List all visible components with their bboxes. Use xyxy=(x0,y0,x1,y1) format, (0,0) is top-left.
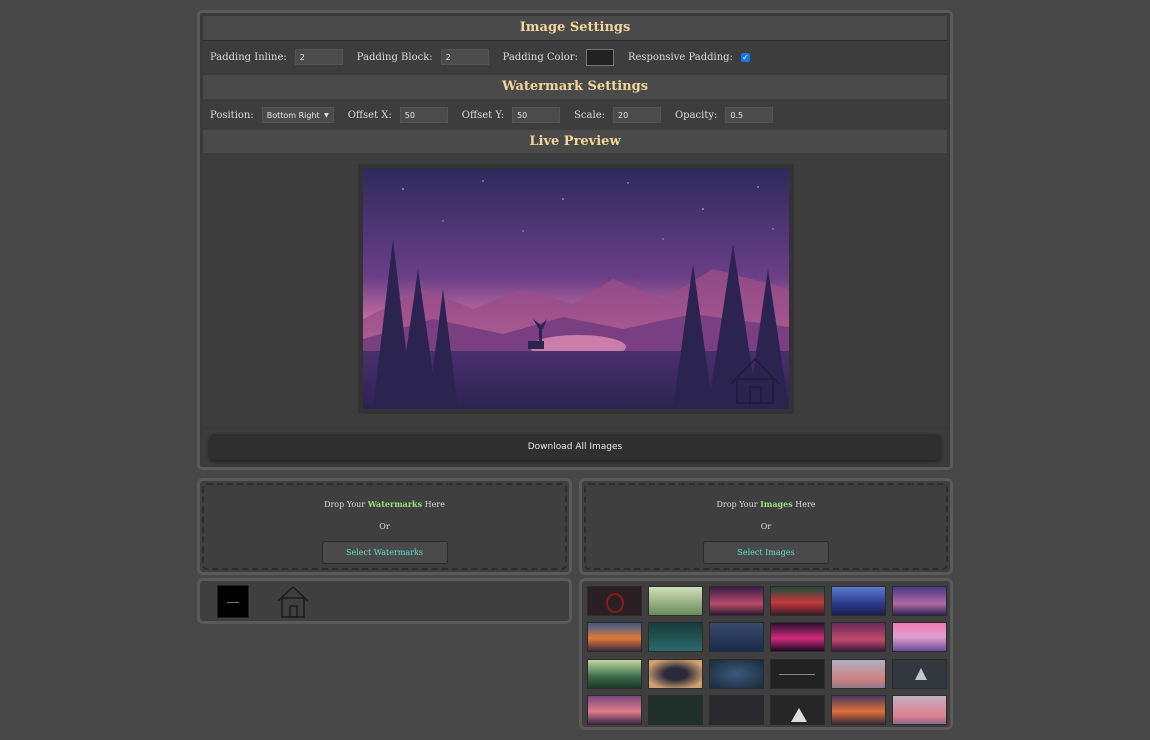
chevron-down-icon: ▼ xyxy=(324,111,329,119)
responsive-padding-checkbox[interactable]: ✓ xyxy=(740,52,750,62)
image-thumb[interactable] xyxy=(892,622,947,652)
preview-image xyxy=(363,169,789,409)
image-thumb[interactable] xyxy=(709,622,764,652)
watermark-list xyxy=(197,578,572,624)
dropzone-title-suffix: Here xyxy=(424,500,445,509)
image-grid xyxy=(579,578,953,730)
image-thumb[interactable] xyxy=(831,622,886,652)
offset-y-input[interactable] xyxy=(512,107,561,123)
opacity-input[interactable] xyxy=(725,107,774,123)
watermark-settings-title: Watermark Settings xyxy=(203,75,947,100)
scale-field: Scale: xyxy=(574,107,661,123)
padding-block-field: Padding Block: xyxy=(357,49,489,65)
settings-panel: Image Settings Padding Inline: Padding B… xyxy=(197,10,953,470)
image-thumb[interactable] xyxy=(770,695,825,725)
watermark-item-dark[interactable] xyxy=(217,585,249,618)
offset-x-label: Offset X: xyxy=(347,109,392,121)
padding-block-input[interactable] xyxy=(440,49,489,65)
image-thumb[interactable] xyxy=(648,586,703,616)
image-thumb[interactable] xyxy=(587,659,642,689)
dropzone-title-highlight: Images xyxy=(760,499,793,509)
preview-image-frame xyxy=(358,164,794,414)
select-watermarks-button[interactable]: Select Watermarks xyxy=(321,541,448,564)
watermark-item-house[interactable] xyxy=(276,585,310,618)
opacity-field: Opacity: xyxy=(674,107,774,123)
image-thumb[interactable] xyxy=(831,659,886,689)
image-dropzone[interactable]: Drop Your Images Here Or Select Images xyxy=(584,483,948,570)
offset-y-field: Offset Y: xyxy=(461,107,561,123)
padding-color-label: Padding Color: xyxy=(502,51,578,63)
image-thumb[interactable] xyxy=(587,695,642,725)
image-thumb[interactable] xyxy=(587,622,642,652)
watermark-dropzone-title: Drop Your Watermarks Here xyxy=(204,499,565,509)
image-thumb[interactable] xyxy=(587,586,642,616)
watermark-settings-row: Position: Bottom Right ▼ Offset X: Offse… xyxy=(203,99,947,131)
position-select-value: Bottom Right xyxy=(266,110,320,120)
house-icon xyxy=(277,585,309,618)
offset-y-label: Offset Y: xyxy=(461,109,505,121)
image-thumb[interactable] xyxy=(648,659,703,689)
image-thumb[interactable] xyxy=(892,695,947,725)
select-images-button[interactable]: Select Images xyxy=(703,541,829,564)
image-thumb[interactable] xyxy=(709,659,764,689)
responsive-padding-label: Responsive Padding: xyxy=(627,51,733,63)
dropzone-title-highlight: Watermarks xyxy=(367,499,423,509)
position-label: Position: xyxy=(210,109,254,121)
image-settings-title: Image Settings xyxy=(203,16,947,41)
watermark-dropzone[interactable]: Drop Your Watermarks Here Or Select Wate… xyxy=(202,483,567,570)
live-preview-area xyxy=(203,153,947,426)
image-thumb[interactable] xyxy=(648,622,703,652)
image-thumb[interactable] xyxy=(831,586,886,616)
download-bar: Download All Images xyxy=(203,430,947,465)
padding-color-field: Padding Color: xyxy=(502,48,614,66)
live-preview-title: Live Preview xyxy=(203,130,947,155)
image-thumb[interactable] xyxy=(770,586,825,616)
image-thumb[interactable] xyxy=(709,695,764,725)
dropzone-title-prefix: Drop Your xyxy=(716,500,758,509)
offset-x-input[interactable] xyxy=(399,107,448,123)
image-dropzone-title: Drop Your Images Here xyxy=(586,499,946,509)
image-dropzone-panel: Drop Your Images Here Or Select Images xyxy=(579,478,953,575)
opacity-label: Opacity: xyxy=(674,109,718,121)
image-dropzone-or: Or xyxy=(760,522,772,531)
watermark-dropzone-panel: Drop Your Watermarks Here Or Select Wate… xyxy=(197,478,572,575)
dropzone-title-suffix: Here xyxy=(795,500,816,509)
padding-color-picker[interactable] xyxy=(585,48,614,66)
image-settings-row: Padding Inline: Padding Block: Padding C… xyxy=(203,41,947,73)
watermark-dropzone-or: Or xyxy=(379,522,390,531)
padding-inline-input[interactable] xyxy=(294,49,343,65)
image-thumb[interactable] xyxy=(892,586,947,616)
padding-inline-field: Padding Inline: xyxy=(210,49,343,65)
image-thumb[interactable] xyxy=(770,659,825,689)
padding-block-label: Padding Block: xyxy=(356,51,433,63)
image-thumb[interactable] xyxy=(892,659,947,689)
scale-label: Scale: xyxy=(574,109,605,121)
image-thumb[interactable] xyxy=(831,695,886,725)
position-select[interactable]: Bottom Right ▼ xyxy=(261,107,334,123)
padding-inline-label: Padding Inline: xyxy=(210,51,287,63)
dropzone-title-prefix: Drop Your xyxy=(324,500,366,509)
scale-input[interactable] xyxy=(612,107,661,123)
image-thumb[interactable] xyxy=(648,695,703,725)
image-thumb[interactable] xyxy=(770,622,825,652)
offset-x-field: Offset X: xyxy=(348,107,448,123)
image-thumb[interactable] xyxy=(709,586,764,616)
download-all-button[interactable]: Download All Images xyxy=(209,434,941,460)
position-field: Position: Bottom Right ▼ xyxy=(210,107,334,123)
responsive-padding-field: Responsive Padding: ✓ xyxy=(628,52,750,63)
